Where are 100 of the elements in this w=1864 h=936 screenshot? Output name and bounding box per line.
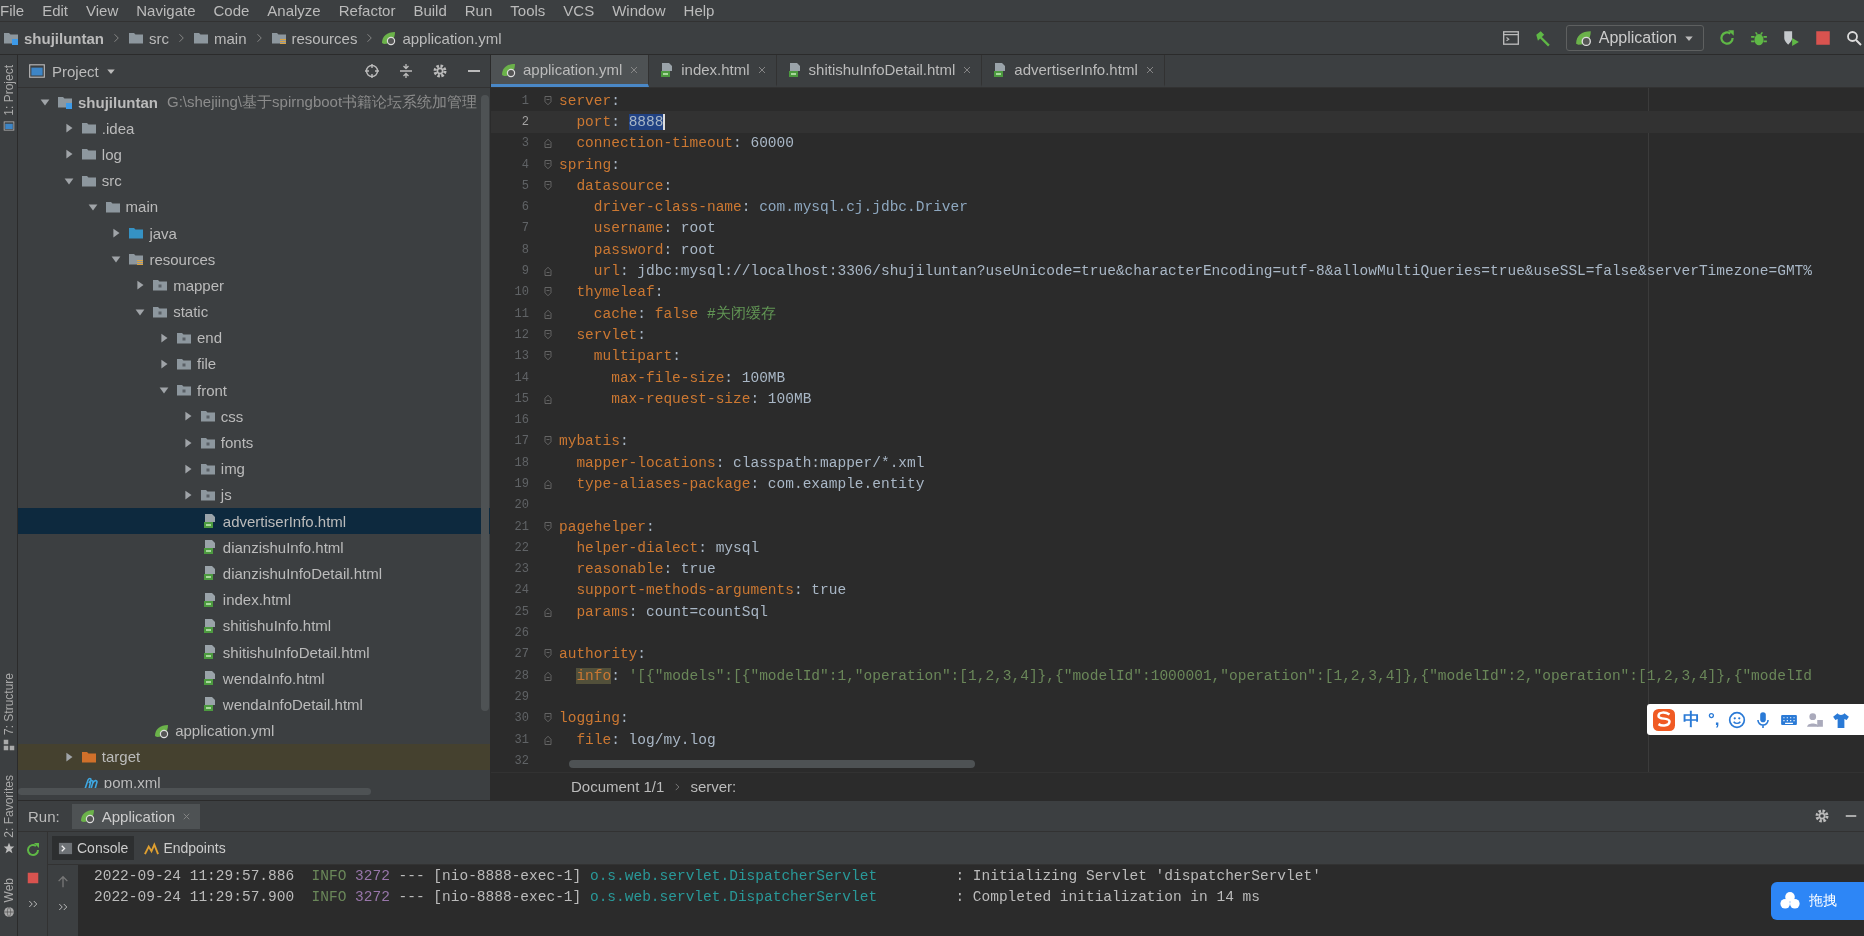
code-line: type-aliases-package: com.example.entity: [575, 476, 925, 492]
breadcrumb[interactable]: main: [193, 29, 247, 47]
tree-item[interactable]: .idea: [18, 115, 490, 142]
tree-item[interactable]: end: [18, 324, 490, 351]
code-line: datasource:: [575, 177, 673, 194]
line-number: 13: [513, 349, 530, 364]
tree-item[interactable]: img: [18, 455, 490, 482]
tree-item[interactable]: dianzishuInfo.html: [18, 534, 490, 561]
tree-item[interactable]: src: [18, 167, 490, 194]
tree-item[interactable]: js: [18, 481, 490, 508]
run-tab[interactable]: Application: [71, 803, 201, 829]
code-line: pagehelper:: [558, 518, 655, 535]
tree-item[interactable]: advertiserInfo.html: [18, 508, 490, 535]
line-number: 17: [513, 434, 530, 449]
tree-item[interactable]: wendaInfoDetail.html: [18, 691, 490, 718]
console-tab[interactable]: Console: [52, 836, 135, 861]
tree-item[interactable]: css: [18, 403, 490, 430]
editor-tab[interactable]: index.html: [649, 55, 777, 87]
line-number: 23: [513, 562, 530, 577]
code-line: url: jdbc:mysql://localhost:3306/shujiluntan?useUnicode=true&characterEncoding=utf-8&allowMultiQueries=true&useSSL=false&serverTimezone=GMT%: [592, 263, 1813, 279]
run-configuration-dropdown[interactable]: Application: [1565, 25, 1704, 51]
tool-window-button[interactable]: 7: Structure: [1, 672, 16, 735]
input-mode-toggle[interactable]: 中: [1683, 708, 1700, 731]
line-number: 31: [513, 732, 530, 747]
tool-window-button[interactable]: 2: Favorites: [1, 774, 16, 838]
line-number: 19: [513, 477, 530, 491]
breadcrumb[interactable]: application.yml: [381, 29, 502, 47]
line-number: 15: [513, 391, 530, 406]
code-line: cache: false #关闭缓存: [592, 304, 776, 324]
tree-item[interactable]: log: [18, 141, 490, 168]
code-line: max-request-size: 100MB: [610, 390, 812, 407]
code-line: port: 8888: [575, 113, 666, 130]
tree-item[interactable]: file: [18, 350, 490, 378]
breadcrumb[interactable]: shujiluntan: [3, 29, 104, 47]
tree-item[interactable]: pom.xml: [18, 769, 490, 797]
tree-item[interactable]: resources: [18, 246, 490, 273]
code-line: connection-timeout: 60000: [575, 135, 794, 152]
punctuation-toggle[interactable]: °,: [1708, 709, 1720, 730]
menu-item[interactable]: Window: [612, 0, 675, 21]
code-line: file: log/my.log: [575, 731, 716, 748]
line-number: 20: [513, 498, 530, 513]
code-line: mybatis:: [558, 433, 629, 450]
menu-item[interactable]: Code: [213, 0, 259, 21]
tree-item[interactable]: index.html: [18, 586, 490, 613]
editor-tab[interactable]: application.yml: [491, 55, 650, 87]
line-number: 21: [513, 519, 530, 534]
console-tab[interactable]: Endpoints: [138, 836, 232, 861]
tree-item[interactable]: java: [18, 219, 490, 247]
tree-item[interactable]: static: [18, 298, 490, 325]
menu-item[interactable]: Help: [683, 0, 724, 21]
panel-title-dropdown[interactable]: Project: [28, 62, 117, 80]
menu-item[interactable]: VCS: [563, 0, 604, 21]
menu-item[interactable]: Refactor: [338, 0, 405, 21]
breadcrumb[interactable]: resources: [270, 29, 358, 47]
code-line: mapper-locations: classpath:mapper/*.xml: [575, 454, 925, 471]
tree-item[interactable]: shitishuInfo.html: [18, 612, 490, 639]
tool-window-button[interactable]: 1: Project: [1, 65, 16, 116]
tree-item[interactable]: mapper: [18, 272, 490, 299]
line-number: 9: [520, 264, 530, 278]
tree-item[interactable]: front: [18, 377, 490, 404]
floating-button[interactable]: 拖拽: [1771, 882, 1864, 920]
editor-tab[interactable]: advertiserInfo.html: [982, 55, 1165, 87]
code-line: helper-dialect: mysql: [575, 539, 760, 556]
panel-label: Run:: [28, 807, 60, 825]
menu-item[interactable]: File: [0, 0, 34, 21]
menu-item[interactable]: Build: [413, 0, 456, 21]
code-line: driver-class-name: com.mysql.cj.jdbc.Driver: [592, 199, 968, 216]
menu-item[interactable]: Run: [464, 0, 502, 21]
log-line: 2022-09-24 11:29:57.900 INFO 3272 --- [nio-8888-exec-1] o.s.web.servlet.DispatcherServlet : Completed initialization in 14 ms: [94, 889, 1260, 908]
line-number: 3: [520, 136, 530, 151]
line-number: 32: [513, 753, 530, 768]
editor-tab[interactable]: shitishuInfoDetail.html: [776, 55, 983, 87]
breadcrumb[interactable]: server:: [690, 778, 737, 796]
tree-item[interactable]: shitishuInfoDetail.html: [18, 638, 490, 666]
code-line: thymeleaf:: [575, 284, 664, 301]
tree-item[interactable]: wendaInfo.html: [18, 665, 490, 692]
tree-item[interactable]: fonts: [18, 429, 490, 456]
tree-item[interactable]: dianzishuInfoDetail.html: [18, 560, 490, 587]
line-number: 30: [513, 711, 530, 726]
tree-item[interactable]: application.yml: [18, 717, 490, 744]
line-number: 14: [513, 370, 530, 385]
code-line: multipart:: [592, 348, 681, 365]
menu-item[interactable]: Tools: [510, 0, 555, 21]
menu-item[interactable]: Analyze: [267, 0, 330, 21]
tree-item[interactable]: shujiluntan G:\shejiing\基于spirngboot书籍论坛系统加管理: [18, 89, 490, 116]
menu-item[interactable]: View: [86, 0, 128, 21]
code-line: server:: [558, 92, 620, 109]
menu-item[interactable]: Edit: [42, 0, 78, 21]
breadcrumb[interactable]: src: [128, 29, 169, 47]
breadcrumb[interactable]: Document 1/1: [571, 778, 665, 796]
line-number: 10: [513, 285, 530, 300]
menu-item[interactable]: Navigate: [136, 0, 205, 21]
line-number: 5: [520, 178, 530, 193]
line-number: 4: [520, 157, 530, 172]
code-line: authority:: [558, 646, 647, 663]
tool-window-button[interactable]: Web: [1, 877, 16, 902]
tree-item[interactable]: main: [18, 193, 490, 220]
tree-item[interactable]: target: [18, 743, 490, 770]
line-number: 6: [520, 200, 530, 215]
line-number: 7: [520, 221, 530, 236]
